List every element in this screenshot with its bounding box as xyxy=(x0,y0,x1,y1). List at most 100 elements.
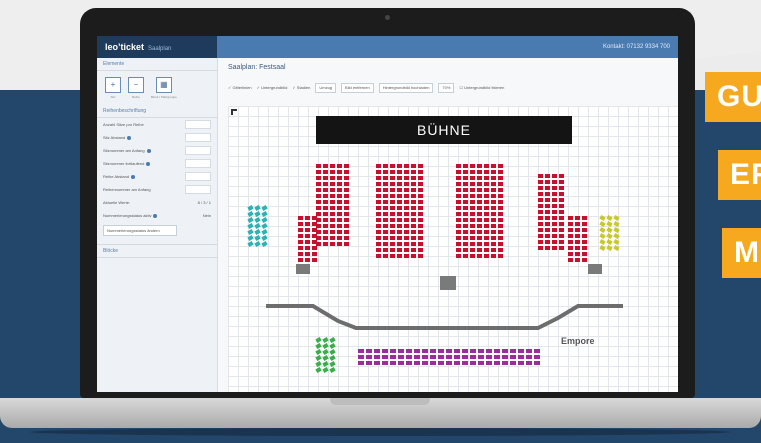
seats-per-row-input[interactable] xyxy=(185,120,211,129)
seat-parkett[interactable] xyxy=(538,204,543,208)
seat-left-wing[interactable] xyxy=(261,229,268,235)
seat-empore[interactable] xyxy=(494,361,500,365)
seat-parkett[interactable] xyxy=(545,198,550,202)
seat-parkett[interactable] xyxy=(456,170,461,174)
seat-parkett[interactable] xyxy=(298,216,303,220)
seat-parkett[interactable] xyxy=(411,212,416,216)
seat-parkett[interactable] xyxy=(498,254,503,258)
seat-parkett[interactable] xyxy=(298,252,303,256)
seat-map[interactable] xyxy=(228,106,678,392)
seat-parkett[interactable] xyxy=(477,212,482,216)
seat-parkett[interactable] xyxy=(323,176,328,180)
seat-parkett[interactable] xyxy=(470,248,475,252)
seat-parkett[interactable] xyxy=(390,224,395,228)
seat-parkett[interactable] xyxy=(404,218,409,222)
seat-parkett[interactable] xyxy=(390,218,395,222)
seat-parkett[interactable] xyxy=(305,246,310,250)
seat-parkett[interactable] xyxy=(312,234,317,238)
seat-parkett[interactable] xyxy=(552,204,557,208)
seat-parkett[interactable] xyxy=(538,180,543,184)
seat-parkett[interactable] xyxy=(323,188,328,192)
seat-empore[interactable] xyxy=(366,355,372,359)
seat-parkett[interactable] xyxy=(330,224,335,228)
seat-right-wing[interactable] xyxy=(613,215,620,221)
seat-front-left[interactable] xyxy=(329,367,336,373)
seat-parkett[interactable] xyxy=(404,194,409,198)
seat-empore[interactable] xyxy=(526,355,532,359)
seat-parkett[interactable] xyxy=(344,242,349,246)
seat-spacing-input[interactable] xyxy=(185,133,211,142)
seat-left-wing[interactable] xyxy=(261,217,268,223)
seat-parkett[interactable] xyxy=(404,248,409,252)
seat-front-left[interactable] xyxy=(322,337,329,343)
seat-parkett[interactable] xyxy=(312,222,317,226)
seat-parkett[interactable] xyxy=(538,228,543,232)
seat-parkett[interactable] xyxy=(418,230,423,234)
seat-empore[interactable] xyxy=(438,361,444,365)
seat-parkett[interactable] xyxy=(456,224,461,228)
seat-empore[interactable] xyxy=(414,355,420,359)
seat-parkett[interactable] xyxy=(463,230,468,234)
move-button[interactable]: Umzug xyxy=(315,83,337,93)
seat-empore[interactable] xyxy=(422,361,428,365)
seat-parkett[interactable] xyxy=(397,218,402,222)
seat-parkett[interactable] xyxy=(323,230,328,234)
seat-parkett[interactable] xyxy=(484,212,489,216)
seat-parkett[interactable] xyxy=(582,228,587,232)
seat-parkett[interactable] xyxy=(404,182,409,186)
seat-empore[interactable] xyxy=(462,355,468,359)
seat-empore[interactable] xyxy=(414,361,420,365)
seat-empore[interactable] xyxy=(422,349,428,353)
seat-parkett[interactable] xyxy=(552,186,557,190)
seat-empore[interactable] xyxy=(494,349,500,353)
seat-parkett[interactable] xyxy=(383,224,388,228)
seat-parkett[interactable] xyxy=(305,228,310,232)
seat-parkett[interactable] xyxy=(323,224,328,228)
seat-parkett[interactable] xyxy=(575,234,580,238)
seat-front-left[interactable] xyxy=(322,367,329,373)
seat-parkett[interactable] xyxy=(305,222,310,226)
seat-front-left[interactable] xyxy=(315,355,322,361)
seat-parkett[interactable] xyxy=(330,164,335,168)
seat-parkett[interactable] xyxy=(305,216,310,220)
seat-parkett[interactable] xyxy=(411,248,416,252)
seat-parkett[interactable] xyxy=(337,242,342,246)
seat-parkett[interactable] xyxy=(323,194,328,198)
seat-parkett[interactable] xyxy=(491,182,496,186)
seat-parkett[interactable] xyxy=(298,258,303,262)
seat-parkett[interactable] xyxy=(344,194,349,198)
seat-parkett[interactable] xyxy=(344,170,349,174)
seat-parkett[interactable] xyxy=(545,246,550,250)
seat-parkett[interactable] xyxy=(418,248,423,252)
seat-parkett[interactable] xyxy=(411,200,416,204)
seat-empore[interactable] xyxy=(534,355,540,359)
seat-parkett[interactable] xyxy=(552,192,557,196)
seat-parkett[interactable] xyxy=(470,164,475,168)
seat-parkett[interactable] xyxy=(383,194,388,198)
seat-parkett[interactable] xyxy=(463,218,468,222)
seat-front-left[interactable] xyxy=(329,349,336,355)
seat-parkett[interactable] xyxy=(491,194,496,198)
seat-parkett[interactable] xyxy=(559,204,564,208)
seat-parkett[interactable] xyxy=(484,248,489,252)
seat-parkett[interactable] xyxy=(498,212,503,216)
seat-parkett[interactable] xyxy=(456,182,461,186)
seat-parkett[interactable] xyxy=(418,176,423,180)
seat-empore[interactable] xyxy=(502,361,508,365)
seat-parkett[interactable] xyxy=(390,182,395,186)
seat-parkett[interactable] xyxy=(411,164,416,168)
seat-parkett[interactable] xyxy=(397,170,402,174)
seat-parkett[interactable] xyxy=(559,222,564,226)
seat-parkett[interactable] xyxy=(344,224,349,228)
seat-parkett[interactable] xyxy=(545,210,550,214)
seat-parkett[interactable] xyxy=(383,236,388,240)
seat-parkett[interactable] xyxy=(568,216,573,220)
seat-empore[interactable] xyxy=(374,349,380,353)
seat-front-left[interactable] xyxy=(322,355,329,361)
seat-empore[interactable] xyxy=(510,349,516,353)
seat-empore[interactable] xyxy=(438,349,444,353)
info-icon[interactable] xyxy=(127,135,132,140)
seat-parkett[interactable] xyxy=(463,212,468,216)
seat-parkett[interactable] xyxy=(477,170,482,174)
seat-parkett[interactable] xyxy=(582,240,587,244)
